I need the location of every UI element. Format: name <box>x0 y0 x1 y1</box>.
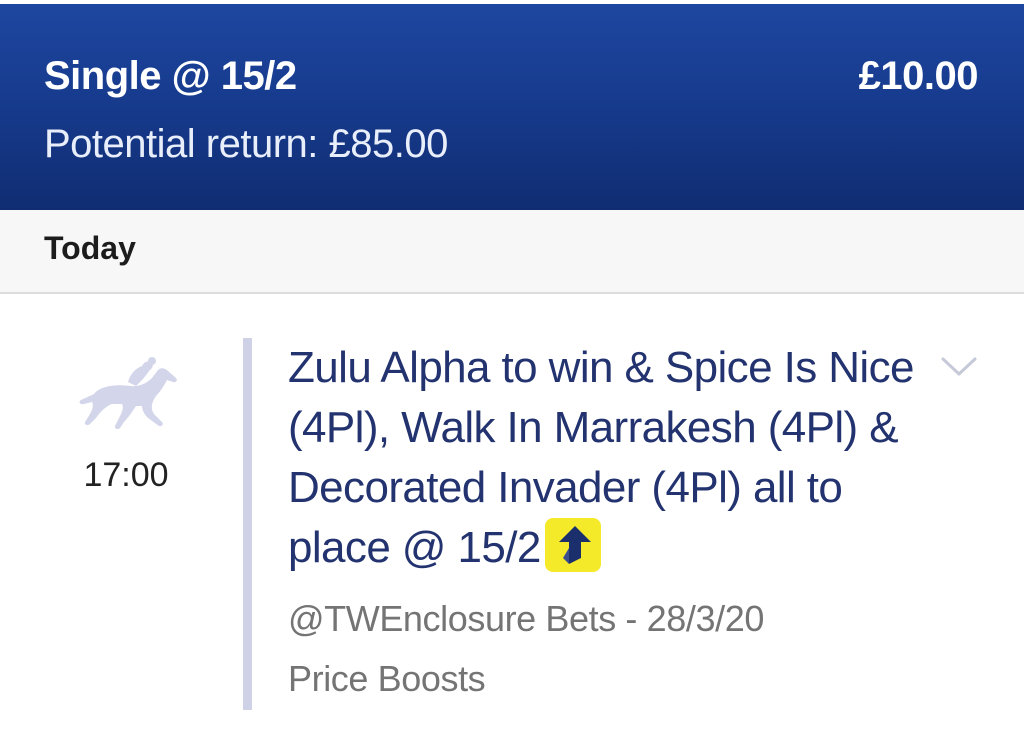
bet-selection-row[interactable]: 17:00 Zulu Alpha to win & Spice Is Nice … <box>0 294 1024 754</box>
bet-type-label: Single @ 15/2 <box>44 54 297 98</box>
selection-divider <box>243 338 252 710</box>
stake-amount: £10.00 <box>858 54 979 98</box>
chevron-down-icon[interactable] <box>940 354 978 380</box>
selection-source: @TWEnclosure Bets - 28/3/20 <box>288 598 764 639</box>
bet-summary-header: Single @ 15/2 £10.00 Potential return: £… <box>0 4 1024 210</box>
selection-description: Zulu Alpha to win & Spice Is Nice (4Pl),… <box>288 338 948 578</box>
horse-racing-icon <box>79 357 177 430</box>
date-group-header: Today <box>0 210 1024 294</box>
potential-return: Potential return: £85.00 <box>44 122 448 166</box>
bet-receipt: Single @ 15/2 £10.00 Potential return: £… <box>0 0 1024 754</box>
price-boost-arrow-icon <box>544 518 601 572</box>
selection-category: Price Boosts <box>288 658 486 699</box>
selection-description-text: Zulu Alpha to win & Spice Is Nice (4Pl),… <box>288 343 914 572</box>
race-time: 17:00 <box>83 456 169 494</box>
date-label: Today <box>44 230 136 266</box>
